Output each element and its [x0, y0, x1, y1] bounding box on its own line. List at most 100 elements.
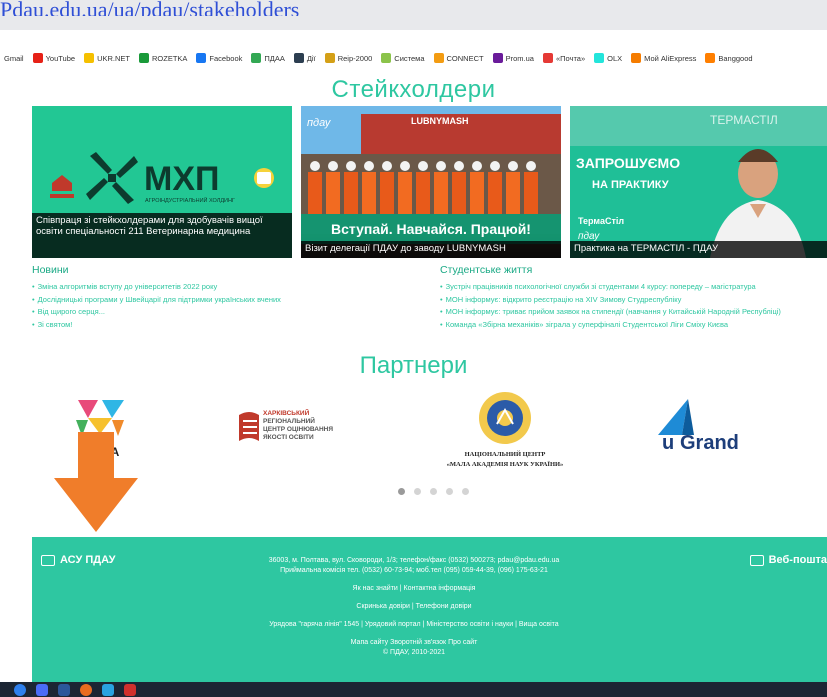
bookmark-icon — [324, 53, 335, 63]
news-section-title: Новини — [32, 264, 69, 276]
footer-copyright: © ПДАУ, 2010-2021 — [382, 649, 446, 656]
promo-headline-2: НА ПРАКТИКУ — [592, 179, 669, 191]
down-arrow-annotation — [50, 430, 140, 539]
partner-logo-grand[interactable]: u Grand — [648, 395, 748, 456]
address-bar-strip: Pdau.edu.ua/ua/pdau/stakeholders — [0, 0, 827, 30]
bookmark-item[interactable]: CONNECT — [433, 53, 484, 63]
browser-icon[interactable] — [80, 683, 92, 696]
partner-logo-kharkiv-center[interactable]: ХАРКІВСЬКИЙ РЕГІОНАЛЬНИЙ ЦЕНТР ОЦІНЮВАНН… — [237, 407, 377, 454]
termastil-brand: ТермаСтіл — [578, 216, 624, 226]
promo-headline-1: ЗАПРОШУЄМО — [576, 155, 680, 171]
footer-links-contact[interactable]: Як нас знайти | Контактна інформація — [132, 584, 696, 594]
list-item-link[interactable]: Команда «Збірна механіків» зіграла у суп… — [440, 319, 827, 332]
bookmark-label: ROZETKA — [152, 53, 188, 63]
carousel-dot[interactable] — [446, 488, 453, 495]
footer-links-gov[interactable]: Урядова "гаряча лінія" 1545 | Урядовий п… — [132, 620, 696, 630]
bookmark-label: Мой AliExpress — [644, 53, 697, 63]
footer-brand-label: АСУ ПДАУ — [60, 554, 116, 566]
practice-promo-art: ТЕРМАСТІЛ ЗАПРОШУЄМО НА ПРАКТИКУ ТермаСт… — [570, 106, 827, 258]
bookmark-icon — [293, 53, 304, 63]
bookmark-item[interactable]: Banggood — [705, 53, 753, 63]
bookmark-label: Система — [394, 53, 425, 63]
page-url-link[interactable]: Pdau.edu.ua/ua/pdau/stakeholders — [0, 0, 574, 16]
list-item-link[interactable]: Дослідницькі програми у Швейцарії для пі… — [32, 294, 412, 307]
bookmark-item[interactable]: UKR.NET — [84, 53, 130, 63]
footer-mail-label: Веб-пошта — [768, 554, 827, 566]
svg-text:u: u — [662, 432, 674, 451]
bookmark-icon — [32, 53, 43, 63]
footer-info: 36003, м. Полтава, вул. Сковороди, 1/3; … — [132, 556, 696, 658]
list-item-link[interactable]: Зі святом! — [32, 319, 412, 332]
partner-logo-man[interactable]: НАЦІОНАЛЬНИЙ ЦЕНТР «МАЛА АКАДЕМІЯ НАУК У… — [425, 390, 585, 475]
stakeholder-card-mhp[interactable]: МХП АГРОІНДУСТРІАЛЬНИЙ ХОЛДИНГ Співпраця… — [32, 106, 292, 258]
carousel-dot[interactable] — [430, 488, 437, 495]
bookmark-icon — [381, 53, 392, 63]
bookmark-item[interactable]: Prom.ua — [492, 53, 534, 63]
bookmark-label: ПДАА — [264, 53, 285, 63]
mhp-logo-sub: АГРОІНДУСТРІАЛЬНИЙ ХОЛДИНГ — [145, 196, 235, 204]
list-item-link[interactable]: МОН інформує: відкрито реєстрацію на XIV… — [440, 294, 827, 307]
pdf-icon[interactable] — [124, 683, 136, 696]
bookmark-icon — [251, 53, 262, 63]
footer-asu-link[interactable]: АСУ ПДАУ — [41, 554, 115, 566]
app-icon[interactable] — [36, 683, 48, 696]
bookmark-item[interactable]: Facebook — [196, 53, 242, 63]
footer-webmail-link[interactable]: Веб-пошта — [749, 554, 827, 566]
bookmark-item[interactable]: «Почта» — [542, 53, 586, 63]
stakeholder-card-lubnymash[interactable]: LUBNYMASH пдау Вступай. Навчайся. Працюй… — [301, 106, 561, 258]
bookmark-label: UKR.NET — [97, 53, 130, 63]
bookmark-item[interactable]: Gmail — [4, 54, 24, 63]
os-taskbar — [0, 682, 827, 697]
footer-admissions: Приймальна комісія тел. (0532) 60-73-94;… — [280, 567, 548, 574]
carousel-dot[interactable] — [462, 488, 469, 495]
list-item-link[interactable]: Від щирого серця... — [32, 306, 412, 319]
news-list: Зміна алгоритмів вступу до університетів… — [32, 281, 412, 331]
bookmark-icon — [433, 53, 444, 63]
student-life-list: Зустріч працівників психологічної служби… — [440, 281, 827, 331]
bookmarks-bar: Gmail YouTube UKR.NET ROZETKA Facebook ПДАА Ді… — [0, 46, 827, 70]
carousel-dots — [398, 488, 469, 495]
pdau-corner-logo: пдау — [307, 117, 332, 129]
site-footer: АСУ ПДАУ 36003, м. Полтава, вул. Сковоро… — [32, 537, 827, 682]
stakeholder-card-termastil[interactable]: ТЕРМАСТІЛ ЗАПРОШУЄМО НА ПРАКТИКУ ТермаСт… — [570, 106, 827, 258]
card-caption: Співпраця зі стейкхолдерами для здобувач… — [32, 213, 292, 258]
carousel-dot[interactable] — [398, 488, 405, 495]
carousel-dot[interactable] — [414, 488, 421, 495]
list-item-link[interactable]: МОН інформує: триває прийом заявок на ст… — [440, 306, 827, 319]
bookmark-item[interactable]: ROZETKA — [139, 53, 187, 63]
bookmark-label: CONNECT — [446, 53, 484, 63]
footer-links-sitemap[interactable]: Мапа сайту Зворотній зв'язок Про сайт — [132, 638, 696, 648]
bookmark-label: «Почта» — [555, 53, 586, 63]
bookmark-icon — [139, 53, 149, 63]
word-icon[interactable] — [58, 683, 70, 696]
bookmark-icon — [631, 53, 642, 63]
card-caption: Візит делегації ПДАУ до заводу LUBNYMASH — [301, 241, 561, 258]
bookmark-item[interactable]: Мой AliExpress — [631, 53, 696, 63]
stakeholders-title: Стейкхолдери — [331, 76, 496, 103]
card-caption: Практика на ТЕРМАСТІЛ - ПДАУ — [570, 241, 827, 258]
partner-grand-text: Grand — [680, 432, 739, 451]
partner-kharkiv-text: ХАРКІВСЬКИЙ РЕГІОНАЛЬНИЙ ЦЕНТР ОЦІНЮВАНН… — [263, 408, 335, 441]
bookmark-item[interactable]: YouTube — [32, 53, 75, 63]
svg-text:«МАЛА АКАДЕМІЯ НАУК УКРАЇНИ»: «МАЛА АКАДЕМІЯ НАУК УКРАЇНИ» — [447, 461, 564, 468]
bookmark-item[interactable]: ПДАА — [251, 53, 285, 63]
bookmark-label: Facebook — [209, 53, 243, 63]
list-item-link[interactable]: Зустріч працівників психологічної служби… — [440, 281, 827, 294]
group-photo-art: LUBNYMASH пдау Вступай. Навчайся. Працюй… — [301, 106, 561, 244]
chrome-icon[interactable] — [14, 683, 26, 696]
bookmark-item[interactable]: Reip-2000 — [324, 53, 372, 63]
partner-man-text: НАЦІОНАЛЬНИЙ ЦЕНТР — [465, 450, 546, 458]
telegram-icon[interactable] — [102, 683, 114, 696]
bookmark-icon — [594, 53, 605, 63]
footer-address: 36003, м. Полтава, вул. Сковороди, 1/3; … — [268, 557, 560, 564]
bookmark-item[interactable]: Система — [381, 53, 425, 63]
footer-links-trust[interactable]: Скринька довіри | Телефони довіри — [132, 602, 696, 612]
bookmark-item[interactable]: OLX — [594, 53, 622, 63]
bookmark-icon — [196, 53, 207, 63]
bookmark-item[interactable]: Дії — [293, 53, 316, 63]
bookmark-icon — [705, 53, 716, 63]
bookmark-label: Banggood — [718, 53, 753, 63]
mhp-logo-text: МХП — [144, 160, 219, 198]
card-banner-text: Вступай. Навчайся. Працюй! — [331, 221, 531, 237]
list-item-link[interactable]: Зміна алгоритмів вступу до університетів… — [32, 281, 412, 294]
